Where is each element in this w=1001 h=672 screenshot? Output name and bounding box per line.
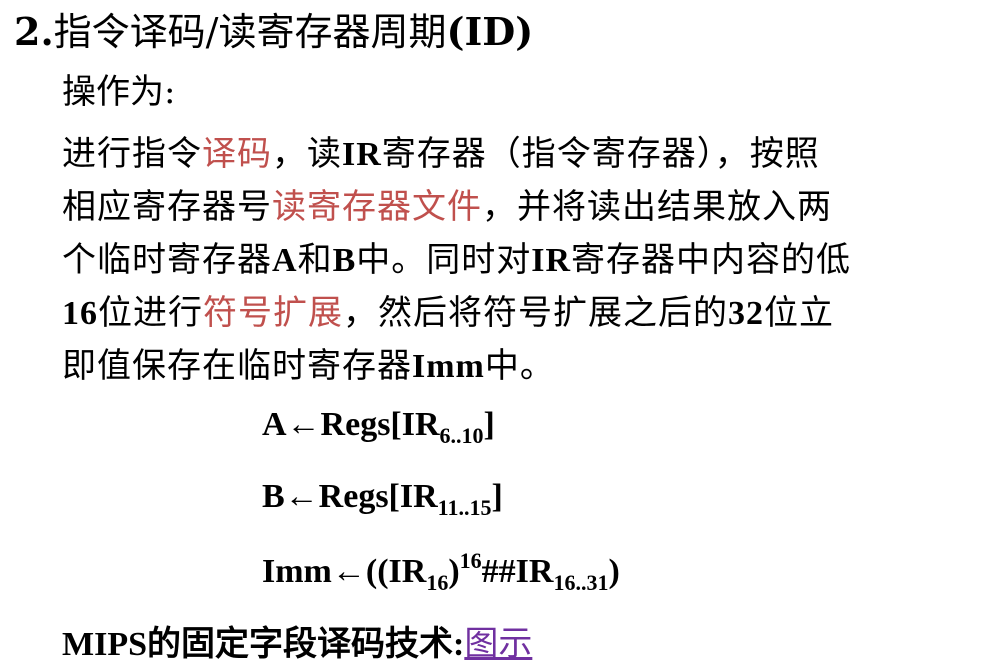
highlight-read-register-file: 读寄存器文件 [272,187,482,227]
title-abbr: (ID) [446,9,534,54]
formula-subscript: 16 [426,570,449,595]
text-segment: 寄存器中内容的低 [571,240,852,280]
title-text: 指令译码/读寄存器周期 [53,10,447,54]
text-segment: ，然后将符号扩展之后的 [343,293,728,333]
formula-text: ##IR [481,553,554,590]
slide-title: 2.指令译码/读寄存器周期(ID) [14,8,533,56]
text-segment: ，读 [272,134,342,174]
formula-text: ] [483,406,495,443]
paragraph-line-5: 即值保存在临时寄存器Imm中。 [62,340,992,393]
paragraph-line-4: 16位进行符号扩展，然后将符号扩展之后的32位立 [62,287,992,340]
text-segment: 中。同时对 [356,240,532,280]
formula-text: A←Regs[IR [262,406,440,443]
paragraph-line-1: 进行指令译码，读IR寄存器（指令寄存器），按照 [62,128,992,181]
formula-text: ) [608,553,620,590]
bold-term: IR [531,242,572,279]
text-segment: 位立 [764,293,834,333]
bold-term: B [332,242,357,279]
slide: 2.指令译码/读寄存器周期(ID) 操作为: 进行指令译码，读IR寄存器（指令寄… [0,0,1001,672]
bold-term: 16 [62,295,98,332]
paragraph-line-3: 个临时寄存器A和B中。同时对IR寄存器中内容的低 [62,234,992,287]
formula-subscript: 11..15 [437,495,492,520]
footer-line: MIPS的固定字段译码技术:图示 [62,622,532,667]
text-segment: ，并将读出结果放入两 [482,187,832,227]
text-segment: 个临时寄存器 [62,240,272,280]
text-segment: 相应寄存器号 [62,187,272,227]
bold-term: IR [342,136,382,173]
bold-term: 32 [728,295,764,332]
footer-label: MIPS的固定字段译码技术: [62,626,465,663]
title-number: 2. [14,9,54,54]
bold-term: Imm [412,348,485,385]
formula-subscript: 6..10 [439,423,484,448]
text-segment: 中。 [484,346,555,386]
text-segment: 寄存器（指令寄存器），按照 [381,134,820,174]
text-segment: 和 [297,240,333,280]
formula-imm: Imm←((IR16)16##IR16..31) [262,550,620,594]
formula-superscript: 16 [459,548,482,573]
paragraph-line-2: 相应寄存器号读寄存器文件，并将读出结果放入两 [62,181,992,234]
text-segment: 位进行 [98,293,203,333]
diagram-link[interactable]: 图示 [464,624,532,664]
text-segment: 进行指令 [62,134,202,174]
formula-a-regs: A←Regs[IR6..10] [262,403,495,447]
formula-b-regs: B←Regs[IR11..15] [262,475,503,519]
formula-subscript: 16..31 [553,570,609,595]
bold-term: A [272,242,298,279]
formula-text: ) [448,553,460,590]
formula-text: B←Regs[IR [262,478,438,515]
highlight-decode: 译码 [202,134,272,174]
text-segment: 即值保存在临时寄存器 [62,346,412,386]
formula-text: ] [491,478,503,515]
highlight-sign-extend: 符号扩展 [203,293,343,333]
description-paragraph: 进行指令译码，读IR寄存器（指令寄存器），按照 相应寄存器号读寄存器文件，并将读… [62,128,992,393]
formula-text: Imm←((IR [262,553,427,590]
operation-heading: 操作为: [62,72,176,112]
